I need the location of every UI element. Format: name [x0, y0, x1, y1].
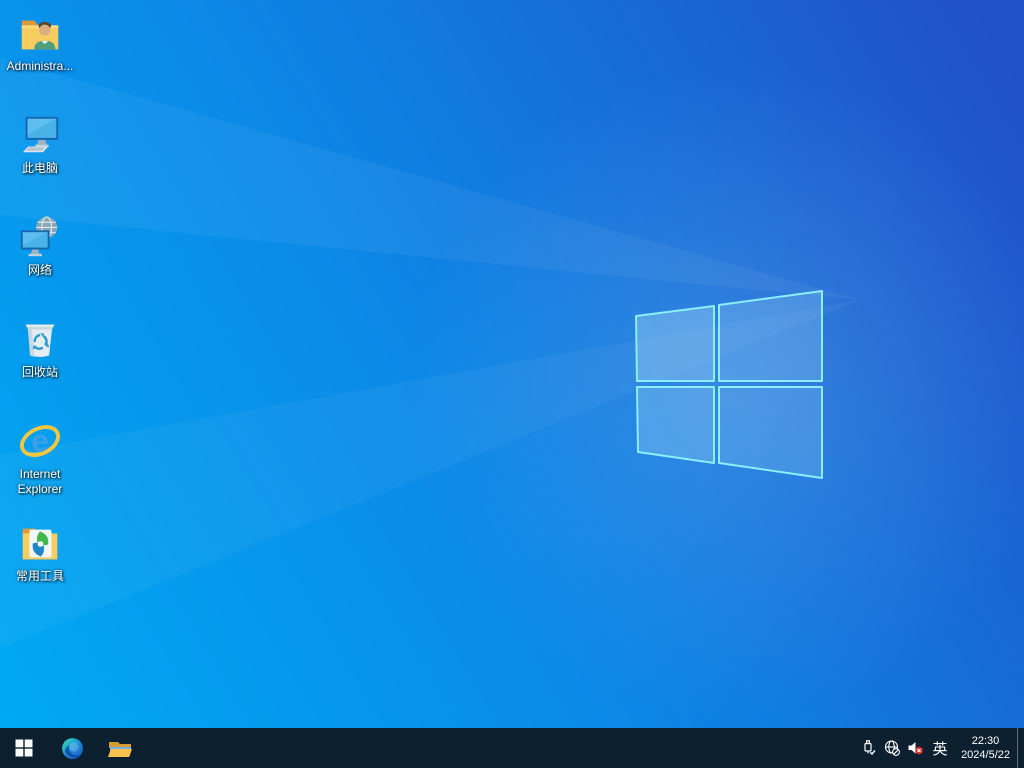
clock-time: 22:30	[971, 735, 1000, 747]
file-explorer-icon	[108, 742, 132, 757]
desktop-icon-this-pc[interactable]: 此电脑	[2, 110, 78, 212]
start-button[interactable]	[0, 728, 48, 768]
desktop-icon-label: 网络	[27, 263, 52, 277]
desktop-icon-administrator[interactable]: Administra...	[2, 8, 78, 110]
windows-start-icon	[15, 739, 33, 757]
desktop-icon-label: 常用工具	[15, 569, 64, 583]
taskbar-edge-button[interactable]	[48, 728, 96, 768]
ime-indicator[interactable]: 英	[926, 728, 954, 768]
desktop-icon-common-tools[interactable]: 常用工具	[2, 518, 78, 620]
user-folder-icon	[17, 11, 63, 57]
show-desktop-button[interactable]	[1017, 728, 1024, 768]
network-no-internet-icon[interactable]	[880, 728, 903, 768]
windows10-wallpaper	[0, 0, 1024, 768]
taskbar-clock[interactable]: 22:30 2024/5/22	[954, 728, 1017, 768]
taskbar-tray: 英 22:30 2024/5/22	[857, 728, 1024, 768]
internet-explorer-icon: e	[17, 419, 63, 465]
edge-browser-icon	[61, 737, 83, 759]
taskbar: 英 22:30 2024/5/22	[0, 728, 1024, 768]
desktop-icon-column: Administra... 此电脑 网络 回收站 e Internet Expl…	[2, 8, 78, 620]
taskbar-left	[0, 728, 144, 768]
usb-safely-remove-icon[interactable]	[857, 728, 880, 768]
desktop-icon-internet-explorer[interactable]: e Internet Explorer	[2, 416, 78, 518]
desktop-icon-network[interactable]: 网络	[2, 212, 78, 314]
recycle-bin-icon	[17, 317, 63, 363]
desktop-icon-label: Administra...	[6, 59, 74, 73]
tools-folder-icon	[17, 521, 63, 567]
desktop-icon-label: Internet Explorer	[17, 467, 63, 496]
desktop-icon-label: 此电脑	[21, 161, 58, 175]
desktop-icon-label: 回收站	[21, 365, 58, 379]
volume-muted-icon[interactable]	[903, 728, 926, 768]
clock-date: 2024/5/22	[961, 749, 1010, 761]
network-icon	[17, 215, 63, 261]
this-pc-icon	[17, 113, 63, 159]
desktop-icon-recycle-bin[interactable]: 回收站	[2, 314, 78, 416]
desktop[interactable]: Administra... 此电脑 网络 回收站 e Internet Expl…	[0, 0, 1024, 768]
taskbar-explorer-button[interactable]	[96, 728, 144, 768]
